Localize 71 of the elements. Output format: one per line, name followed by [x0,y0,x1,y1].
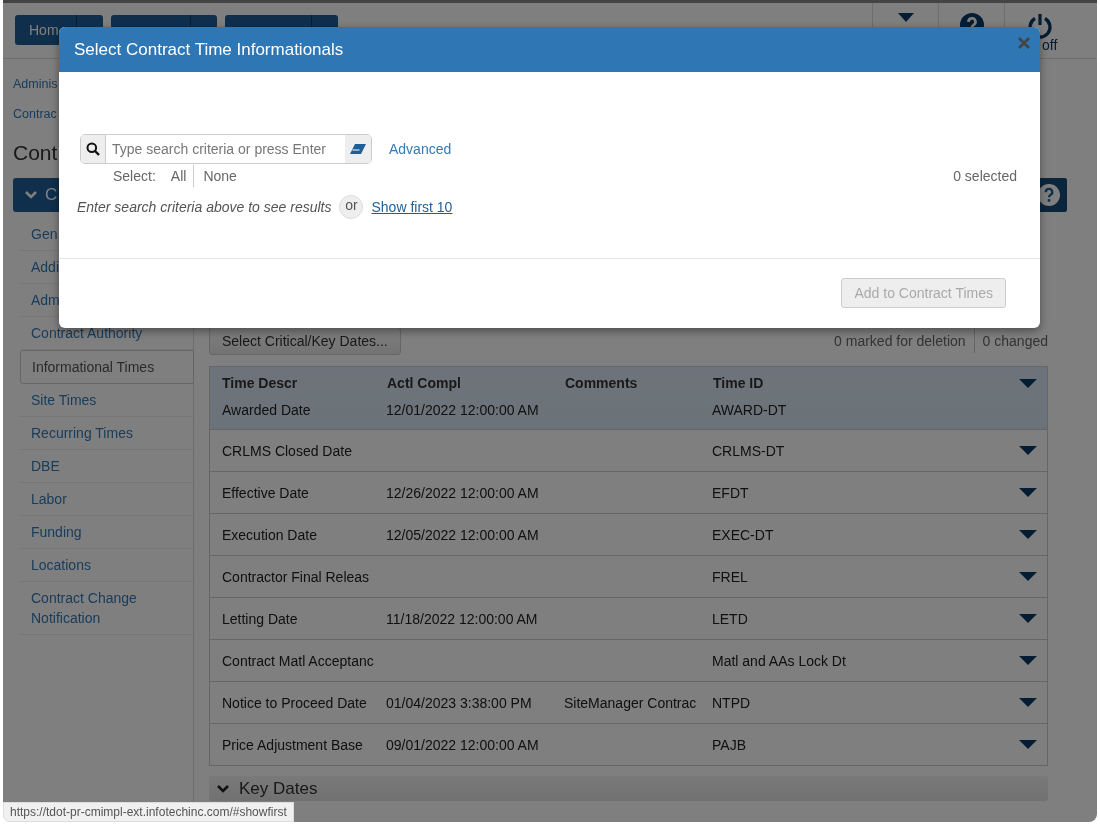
select-none-link[interactable]: None [202,168,238,184]
caret-down-icon[interactable] [1019,656,1037,666]
page-title: Cont [13,141,58,166]
breadcrumb-link[interactable]: Adminis [13,69,58,99]
key-dates-header[interactable]: Key Dates [209,776,1048,801]
select-all-link[interactable]: All [169,168,188,184]
power-icon[interactable] [1027,13,1053,39]
table-cell-text: Price Adjustment Base [221,736,364,753]
caret-down-icon[interactable] [1019,379,1037,389]
advanced-link[interactable]: Advanced [389,141,452,157]
table-cell: FREL [712,568,748,585]
section-title: C [45,185,58,205]
hint-text: Enter search criteria above to see results [77,199,332,215]
table-cell: CRLMS-DT [712,442,785,459]
table-cell: 09/01/2022 12:00:00 AM [386,736,539,753]
caret-down-icon[interactable] [1019,614,1037,624]
table-cell: 11/18/2022 12:00:00 AM [386,610,538,627]
table-cell: PAJB [712,736,746,753]
table-cell-text: Notice to Proceed Date [221,694,368,711]
sidebar-item[interactable]: Labor [20,483,193,516]
table-cell-text: Contractor Final Releas [221,568,371,585]
sidebar-item[interactable]: Informational Times [20,350,194,384]
or-badge: or [339,195,364,219]
caret-down-icon[interactable] [897,13,914,23]
column-header: Actl Compl [386,375,462,391]
table-cell-text: Execution Date [221,526,318,543]
table-cell: 12/05/2022 12:00:00 AM [386,526,539,543]
eraser-icon[interactable] [349,143,367,155]
table-cell: Matl and AAs Lock Dt [712,652,846,669]
column-header: Time ID [713,375,764,391]
column-header: Comments [565,375,639,391]
table-cell: NTPD [712,694,751,711]
sidebar-item[interactable]: Funding [20,516,193,549]
caret-down-icon[interactable] [1019,446,1037,456]
table-cell-text: CRLMS Closed Date [221,442,353,459]
table-cell: EXEC-DT [712,526,774,543]
deletion-count: 0 marked for deletion [834,333,966,349]
table-cell: LETD [712,610,748,627]
table-cell: 01/04/2023 3:38:00 PM [386,694,532,711]
show-first-link[interactable]: Show first 10 [371,199,453,215]
select-dates-button[interactable]: Select Critical/Key Dates... [209,327,401,355]
selected-count: 0 selected [953,168,1017,184]
table-cell-text: Contract Matl Acceptanc [221,652,375,669]
sidebar-item[interactable]: Locations [20,549,193,582]
table-cell: 12/01/2022 12:00:00 AM [386,402,539,418]
logoff-label[interactable]: off [1042,37,1058,53]
table-cell: SiteManager Contrac [564,694,697,711]
search-field[interactable]: Type search criteria or press Enter [80,134,372,164]
table-cell-text: Awarded Date [221,402,312,418]
table-cell: 12/26/2022 12:00:00 AM [386,484,539,501]
sidebar-item[interactable]: DBE [20,450,193,483]
changed-count: 0 changed [982,333,1048,349]
caret-down-icon[interactable] [1019,530,1037,540]
caret-down-icon[interactable] [1019,698,1037,708]
caret-down-icon[interactable] [1019,740,1037,750]
table-cell-text: Letting Date [221,610,299,627]
key-dates-title: Key Dates [239,778,318,799]
table-cell-text: Effective Date [221,484,310,501]
table-cell: AWARD-DT [712,402,787,418]
sidebar-item[interactable]: Site Times [20,384,193,417]
select-label: Select: [113,168,156,184]
column-header: Time Descr [221,375,299,391]
caret-down-icon[interactable] [1019,572,1037,582]
table-row[interactable]: Time Descr Actl Compl Comments Time ID Awarded Date 12/01/2022 12:00:00 AM AWARD-DT [210,367,1047,429]
sidebar-item[interactable]: Contract Change Notification [20,582,193,635]
sidebar-item[interactable]: Recurring Times [20,417,193,450]
caret-down-icon[interactable] [1019,488,1037,498]
breadcrumb-link[interactable]: Contrac [13,99,57,129]
search-icon [86,142,100,156]
table-cell: EFDT [712,484,749,501]
status-url: https://tdot-pr-cmimpl-ext.infotechinc.com/#showfirst [3,802,294,822]
